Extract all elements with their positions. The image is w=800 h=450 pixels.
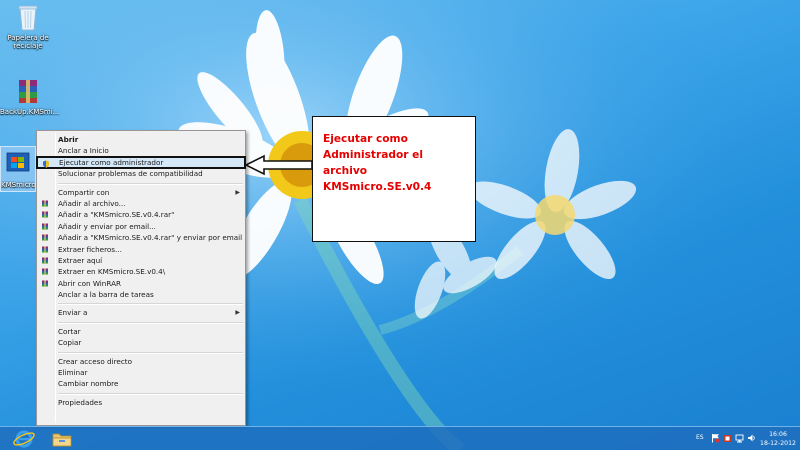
desktop-icon-label: Papelera de reciclaje [7, 34, 49, 50]
menu-item-copiar[interactable]: Copiar [37, 337, 245, 348]
submenu-arrow-icon: ▶ [235, 188, 240, 196]
winrar-icon [41, 223, 49, 231]
winrar-archive-icon [15, 76, 41, 106]
windows-app-icon [5, 149, 31, 179]
desktop-icon-recycle-bin[interactable]: Papelera de reciclaje [0, 2, 56, 50]
file-explorer-icon [52, 433, 72, 447]
menu-separator [37, 390, 245, 397]
winrar-icon [41, 200, 49, 208]
network-icon[interactable] [735, 433, 744, 443]
submenu-arrow-icon: ▶ [235, 309, 240, 317]
annotation-callout: Ejecutar como Administrador el archivo K… [312, 116, 476, 242]
menu-separator [37, 319, 245, 326]
annotation-line: Administrador el archivo [323, 149, 423, 177]
annotation-arrow [244, 154, 314, 176]
menu-item-abrir-con-winrar[interactable]: Abrir con WinRAR [37, 278, 245, 289]
winrar-icon [41, 234, 49, 242]
menu-separator [37, 180, 245, 187]
menu-item-anclar-barra-tareas[interactable]: Anclar a la barra de tareas [37, 289, 245, 300]
menu-item-extraer-aqui[interactable]: Extraer aquí [37, 255, 245, 266]
taskbar-clock[interactable]: 16:06 18-12-2012 [758, 430, 798, 448]
menu-item-crear-acceso-directo[interactable]: Crear acceso directo [37, 356, 245, 367]
clock-time: 16:06 [769, 431, 787, 438]
menu-item-extraer-en-carpeta[interactable]: Extraer en KMSmicro.SE.v0.4\ [37, 266, 245, 277]
desktop-icon-kmsmicro[interactable]: KMSmicro.SE.v0.4 [0, 146, 36, 192]
annotation-line: KMSmicro.SE.v0.4 [323, 181, 432, 193]
taskbar: ES 16:06 18-12-2012 [0, 426, 800, 450]
desktop-icon-backup-archive[interactable]: BackUp.KMSmi... [0, 76, 60, 116]
menu-item-anadir-rar-y-enviar-email[interactable]: Añadir a "KMSmicro.SE.v0.4.rar" y enviar… [37, 232, 245, 243]
menu-item-extraer-ficheros[interactable]: Extraer ficheros... [37, 244, 245, 255]
menu-item-anadir-y-enviar-email[interactable]: Añadir y enviar por email... [37, 221, 245, 232]
menu-item-anclar-inicio[interactable]: Anclar a Inicio [37, 145, 245, 156]
volume-icon[interactable] [747, 433, 756, 443]
menu-item-cambiar-nombre[interactable]: Cambiar nombre [37, 378, 245, 389]
menu-item-cortar[interactable]: Cortar [37, 326, 245, 337]
menu-item-anadir-a-rar[interactable]: Añadir a "KMSmicro.SE.v0.4.rar" [37, 209, 245, 220]
language-indicator[interactable]: ES [696, 433, 708, 445]
internet-explorer-icon [13, 430, 35, 448]
desktop-icon-label: KMSmicro.SE.v0.4 [1, 181, 35, 189]
admin-shield-icon [42, 160, 50, 168]
action-center-flag-icon[interactable] [711, 433, 720, 443]
menu-item-propiedades[interactable]: Propiedades [37, 397, 245, 408]
system-tray: ES [696, 433, 756, 445]
clock-date: 18-12-2012 [760, 440, 796, 447]
menu-separator [37, 349, 245, 356]
menu-item-eliminar[interactable]: Eliminar [37, 367, 245, 378]
menu-item-compartir-con[interactable]: Compartir con ▶ [37, 187, 245, 198]
context-menu: Abrir Anclar a Inicio Ejecutar como admi… [36, 130, 246, 426]
recycle-bin-icon [15, 2, 41, 32]
taskbar-internet-explorer-button[interactable] [12, 429, 36, 449]
winrar-icon [41, 257, 49, 265]
winrar-icon [41, 268, 49, 276]
menu-item-enviar-a[interactable]: Enviar a ▶ [37, 307, 245, 318]
desktop-icon-label: BackUp.KMSmi... [0, 108, 60, 116]
tray-app-icon[interactable] [723, 433, 732, 443]
menu-item-anadir-al-archivo[interactable]: Añadir al archivo... [37, 198, 245, 209]
winrar-icon [41, 246, 49, 254]
menu-item-ejecutar-como-administrador[interactable]: Ejecutar como administrador [36, 155, 246, 170]
annotation-line: Ejecutar como [323, 133, 408, 145]
winrar-icon [41, 280, 49, 288]
menu-item-abrir[interactable]: Abrir [37, 134, 245, 145]
taskbar-file-explorer-button[interactable] [50, 429, 74, 449]
menu-separator [37, 300, 245, 307]
winrar-icon [41, 211, 49, 219]
menu-item-solucionar-compatibilidad[interactable]: Solucionar problemas de compatibilidad [37, 168, 245, 179]
